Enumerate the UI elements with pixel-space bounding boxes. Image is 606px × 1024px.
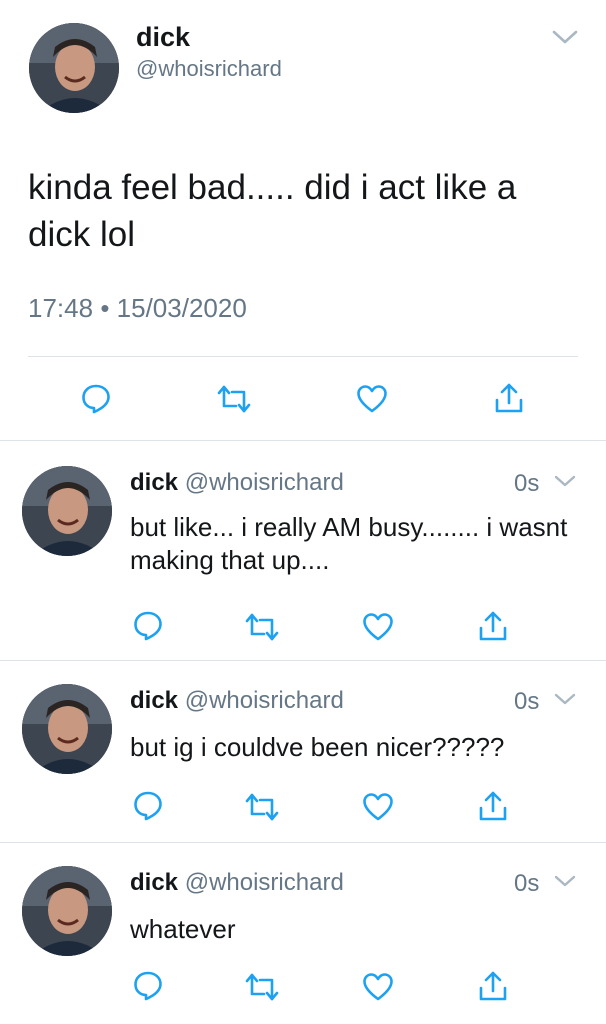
share-icon (479, 791, 507, 821)
author-name[interactable]: dick (136, 22, 190, 53)
avatar[interactable] (22, 466, 112, 556)
retweet-icon (245, 793, 279, 821)
reply-time: 0s (514, 688, 540, 715)
share-icon (495, 383, 523, 413)
share-icon (479, 611, 507, 641)
tweet-text: kinda feel bad..... did i act like a dic… (28, 168, 517, 254)
reply-button[interactable] (132, 969, 164, 1001)
author-name[interactable]: dick (130, 869, 178, 896)
avatar[interactable] (22, 684, 112, 774)
reply-text: but like... i really AM busy........ i w… (130, 512, 568, 575)
tweet-time: 17:48 (28, 293, 94, 323)
heart-icon (363, 973, 393, 1001)
author-name[interactable]: dick (130, 687, 178, 714)
heart-icon (363, 793, 393, 821)
chevron-down-icon[interactable] (553, 473, 577, 489)
reply-header: dick @whoisrichard (130, 869, 344, 897)
reply-text: but ig i couldve been nicer????? (130, 732, 505, 762)
section-divider (0, 842, 606, 843)
share-button[interactable] (478, 609, 508, 643)
reply-button[interactable] (132, 609, 164, 641)
author-handle[interactable]: @whoisrichard (136, 56, 282, 82)
reply-icon (134, 971, 162, 1001)
reply-time: 0s (514, 470, 540, 497)
reply-button[interactable] (80, 382, 112, 414)
reply-time: 0s (514, 870, 540, 897)
tweet-timestamp: 17:48 • 15/03/2020 (28, 293, 247, 324)
heart-icon (357, 385, 387, 413)
chevron-down-icon[interactable] (551, 28, 579, 46)
tweet-date: 15/03/2020 (116, 293, 247, 323)
section-divider (0, 440, 606, 441)
reply-icon (134, 611, 162, 641)
author-name[interactable]: dick (130, 469, 178, 496)
reply-icon (134, 791, 162, 821)
reply-button[interactable] (132, 789, 164, 821)
retweet-icon (245, 973, 279, 1001)
author-handle[interactable]: @whoisrichard (185, 469, 344, 496)
divider (28, 356, 578, 357)
reply-icon (82, 384, 110, 414)
retweet-icon (217, 385, 251, 413)
share-button[interactable] (478, 789, 508, 823)
timestamp-separator: • (100, 293, 110, 323)
like-button[interactable] (362, 972, 394, 1002)
author-handle[interactable]: @whoisrichard (185, 687, 344, 714)
like-button[interactable] (362, 792, 394, 822)
chevron-down-icon[interactable] (553, 691, 577, 707)
avatar[interactable] (29, 23, 119, 113)
avatar-photo (22, 684, 112, 774)
retweet-button[interactable] (244, 792, 280, 822)
chevron-down-icon[interactable] (553, 873, 577, 889)
reply-header: dick @whoisrichard (130, 687, 344, 715)
retweet-button[interactable] (244, 972, 280, 1002)
retweet-button[interactable] (244, 612, 280, 642)
like-button[interactable] (356, 384, 388, 414)
share-button[interactable] (494, 381, 524, 415)
avatar-photo (22, 466, 112, 556)
like-button[interactable] (362, 612, 394, 642)
retweet-button[interactable] (216, 384, 252, 414)
avatar[interactable] (22, 866, 112, 956)
heart-icon (363, 613, 393, 641)
reply-header: dick @whoisrichard (130, 469, 344, 497)
avatar-photo (29, 23, 119, 113)
share-icon (479, 971, 507, 1001)
retweet-icon (245, 613, 279, 641)
share-button[interactable] (478, 969, 508, 1003)
avatar-photo (22, 866, 112, 956)
reply-text: whatever (130, 914, 236, 944)
section-divider (0, 660, 606, 661)
author-handle[interactable]: @whoisrichard (185, 869, 344, 896)
